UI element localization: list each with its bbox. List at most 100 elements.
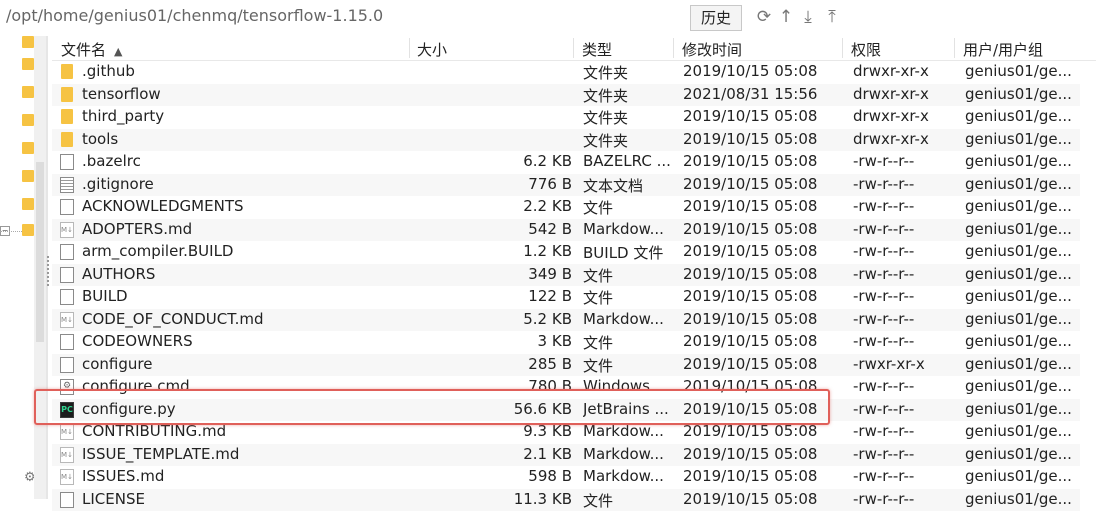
- tree-scrollbar-thumb[interactable]: [36, 162, 44, 342]
- column-divider[interactable]: [409, 38, 410, 58]
- file-modified: 2019/10/15 05:08: [683, 467, 843, 485]
- download-icon[interactable]: ⤓: [798, 7, 818, 27]
- column-permissions[interactable]: 权限: [851, 39, 881, 60]
- refresh-icon[interactable]: ⟳: [754, 7, 774, 27]
- file-owner: genius01/ge...: [965, 287, 1077, 305]
- file-row[interactable]: LICENSE11.3 KB文件2019/10/15 05:08-rw-r--r…: [52, 489, 1080, 511]
- history-button[interactable]: 历史: [690, 5, 742, 31]
- file-type: 文件: [583, 355, 675, 376]
- file-modified: 2019/10/15 05:08: [683, 400, 843, 418]
- tree-folder-icon[interactable]: [22, 86, 34, 98]
- file-permissions: -rw-r--r--: [853, 467, 963, 485]
- file-name: configure.cmd: [82, 377, 412, 395]
- file-type: Markdow...: [583, 445, 675, 463]
- column-divider[interactable]: [842, 38, 843, 58]
- file-name: ADOPTERS.md: [82, 220, 412, 238]
- column-modified[interactable]: 修改时间: [682, 39, 742, 60]
- file-size: 1.2 KB: [412, 242, 572, 260]
- file-row[interactable]: .gitignore776 B文本文档2019/10/15 05:08-rw-r…: [52, 174, 1080, 197]
- file-permissions: -rw-r--r--: [853, 175, 963, 193]
- file-type: 文件夹: [583, 130, 675, 151]
- splitter-grip[interactable]: [47, 256, 51, 286]
- markdown-file-icon: M↓: [60, 222, 74, 238]
- file-row[interactable]: M↓ADOPTERS.md542 BMarkdow...2019/10/15 0…: [52, 219, 1080, 242]
- file-row[interactable]: ACKNOWLEDGMENTS2.2 KB文件2019/10/15 05:08-…: [52, 196, 1080, 219]
- file-row[interactable]: BUILD122 B文件2019/10/15 05:08-rw-r--r--ge…: [52, 286, 1080, 309]
- folder-icon: [61, 132, 73, 147]
- tree-folder-icon[interactable]: [22, 142, 34, 154]
- column-owner[interactable]: 用户/用户组: [963, 39, 1043, 60]
- file-icon: [60, 244, 74, 260]
- tree-folder-icon[interactable]: [22, 36, 34, 48]
- column-type[interactable]: 类型: [582, 39, 612, 60]
- folder-icon: [61, 109, 73, 124]
- upload-icon[interactable]: ⤒: [822, 7, 842, 27]
- file-permissions: -rw-r--r--: [853, 152, 963, 170]
- column-divider[interactable]: [954, 38, 955, 58]
- file-owner: genius01/ge...: [965, 445, 1077, 463]
- file-name: CODE_OF_CONDUCT.md: [82, 310, 412, 328]
- file-row[interactable]: M↓CONTRIBUTING.md9.3 KBMarkdow...2019/10…: [52, 421, 1080, 444]
- tree-folder-icon[interactable]: [22, 224, 34, 236]
- file-size: 598 B: [412, 467, 572, 485]
- file-name: configure.py: [82, 400, 412, 418]
- file-row[interactable]: AUTHORS349 B文件2019/10/15 05:08-rw-r--r--…: [52, 264, 1080, 287]
- file-owner: genius01/ge...: [965, 242, 1077, 260]
- file-type: JetBrains ...: [583, 400, 675, 418]
- file-row[interactable]: tools文件夹2019/10/15 05:08drwxr-xr-xgenius…: [52, 129, 1080, 152]
- file-modified: 2019/10/15 05:08: [683, 107, 843, 125]
- path-bar: /opt/home/genius01/chenmq/tensorflow-1.1…: [0, 0, 1096, 36]
- file-type: Windows ...: [583, 377, 675, 395]
- file-type: Markdow...: [583, 467, 675, 485]
- file-row[interactable]: configure285 B文件2019/10/15 05:08-rwxr-xr…: [52, 354, 1080, 377]
- file-size: 56.6 KB: [412, 400, 572, 418]
- file-row[interactable]: .bazelrc6.2 KBBAZELRC ...2019/10/15 05:0…: [52, 151, 1080, 174]
- file-name: AUTHORS: [82, 265, 412, 283]
- markdown-file-icon: M↓: [60, 447, 74, 463]
- file-type: BAZELRC ...: [583, 152, 675, 170]
- file-row[interactable]: arm_compiler.BUILD1.2 KBBUILD 文件2019/10/…: [52, 241, 1080, 264]
- file-name: CONTRIBUTING.md: [82, 422, 412, 440]
- tree-scrollbar[interactable]: [34, 36, 46, 499]
- file-permissions: -rw-r--r--: [853, 422, 963, 440]
- file-name: CODEOWNERS: [82, 332, 412, 350]
- up-arrow-icon[interactable]: ↑: [776, 7, 796, 27]
- tree-folder-icon[interactable]: [22, 58, 34, 70]
- file-name: .gitignore: [82, 175, 412, 193]
- file-permissions: drwxr-xr-x: [853, 85, 963, 103]
- file-size: 285 B: [412, 355, 572, 373]
- file-permissions: -rw-r--r--: [853, 445, 963, 463]
- file-name: configure: [82, 355, 412, 373]
- file-icon: [60, 289, 74, 305]
- file-row[interactable]: tensorflow文件夹2021/08/31 15:56drwxr-xr-xg…: [52, 84, 1080, 107]
- cmd-file-icon: ⚙: [60, 379, 74, 395]
- file-name: ACKNOWLEDGMENTS: [82, 197, 412, 215]
- tree-folder-icon[interactable]: [22, 114, 34, 126]
- file-row[interactable]: M↓CODE_OF_CONDUCT.md5.2 KBMarkdow...2019…: [52, 309, 1080, 332]
- file-name: ISSUE_TEMPLATE.md: [82, 445, 412, 463]
- file-row[interactable]: M↓ISSUES.md598 BMarkdow...2019/10/15 05:…: [52, 466, 1080, 489]
- file-row[interactable]: M↓ISSUE_TEMPLATE.md2.1 KBMarkdow...2019/…: [52, 444, 1080, 467]
- file-owner: genius01/ge...: [965, 85, 1077, 103]
- column-size[interactable]: 大小: [417, 39, 447, 60]
- file-row[interactable]: .github文件夹2019/10/15 05:08drwxr-xr-xgeni…: [52, 61, 1080, 84]
- column-divider[interactable]: [673, 38, 674, 58]
- file-row[interactable]: third_party文件夹2019/10/15 05:08drwxr-xr-x…: [52, 106, 1080, 129]
- column-divider[interactable]: [573, 38, 574, 58]
- file-permissions: -rw-r--r--: [853, 220, 963, 238]
- file-row[interactable]: ⚙configure.cmd780 BWindows ...2019/10/15…: [52, 376, 1080, 399]
- file-type: 文件夹: [583, 107, 675, 128]
- tree-folder-icon[interactable]: [22, 170, 34, 182]
- file-row[interactable]: CODEOWNERS3 KB文件2019/10/15 05:08-rw-r--r…: [52, 331, 1080, 354]
- file-size: 542 B: [412, 220, 572, 238]
- file-owner: genius01/ge...: [965, 220, 1077, 238]
- file-size: 6.2 KB: [412, 152, 572, 170]
- tree-folder-icon[interactable]: [22, 198, 34, 210]
- markdown-file-icon: M↓: [60, 312, 74, 328]
- column-name[interactable]: 文件名▲: [61, 39, 122, 60]
- current-path[interactable]: /opt/home/genius01/chenmq/tensorflow-1.1…: [6, 6, 383, 25]
- pycharm-file-icon: PC: [60, 402, 74, 418]
- file-permissions: -rw-r--r--: [853, 197, 963, 215]
- file-icon: [60, 492, 74, 508]
- file-row[interactable]: PC configure.py56.6 KB JetBrains ... 2019/1…: [52, 399, 1080, 422]
